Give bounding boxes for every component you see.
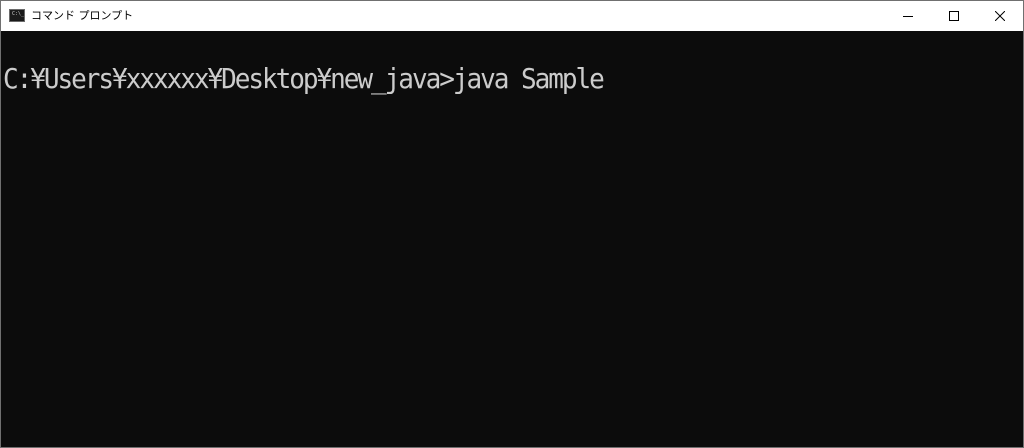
maximize-icon <box>949 11 959 21</box>
title-bar[interactable]: C:\_ コマンド プロンプト <box>1 1 1023 31</box>
close-button[interactable] <box>977 1 1023 31</box>
command-prompt-window: C:\_ コマンド プロンプト C:¥Users¥xxxxxx¥Desktop¥… <box>0 0 1024 448</box>
console-area[interactable]: C:¥Users¥xxxxxx¥Desktop¥new_java>java Sa… <box>1 31 1023 447</box>
close-icon <box>995 11 1005 21</box>
maximize-button[interactable] <box>931 1 977 31</box>
minimize-button[interactable] <box>885 1 931 31</box>
window-title: コマンド プロンプト <box>31 9 134 22</box>
cmd-icon[interactable]: C:\_ <box>9 9 25 22</box>
cmd-icon-label: C:\_ <box>12 11 25 17</box>
minimize-icon <box>903 16 913 17</box>
console-line: C:¥Users¥xxxxxx¥Desktop¥new_java>java Sa… <box>3 62 605 95</box>
